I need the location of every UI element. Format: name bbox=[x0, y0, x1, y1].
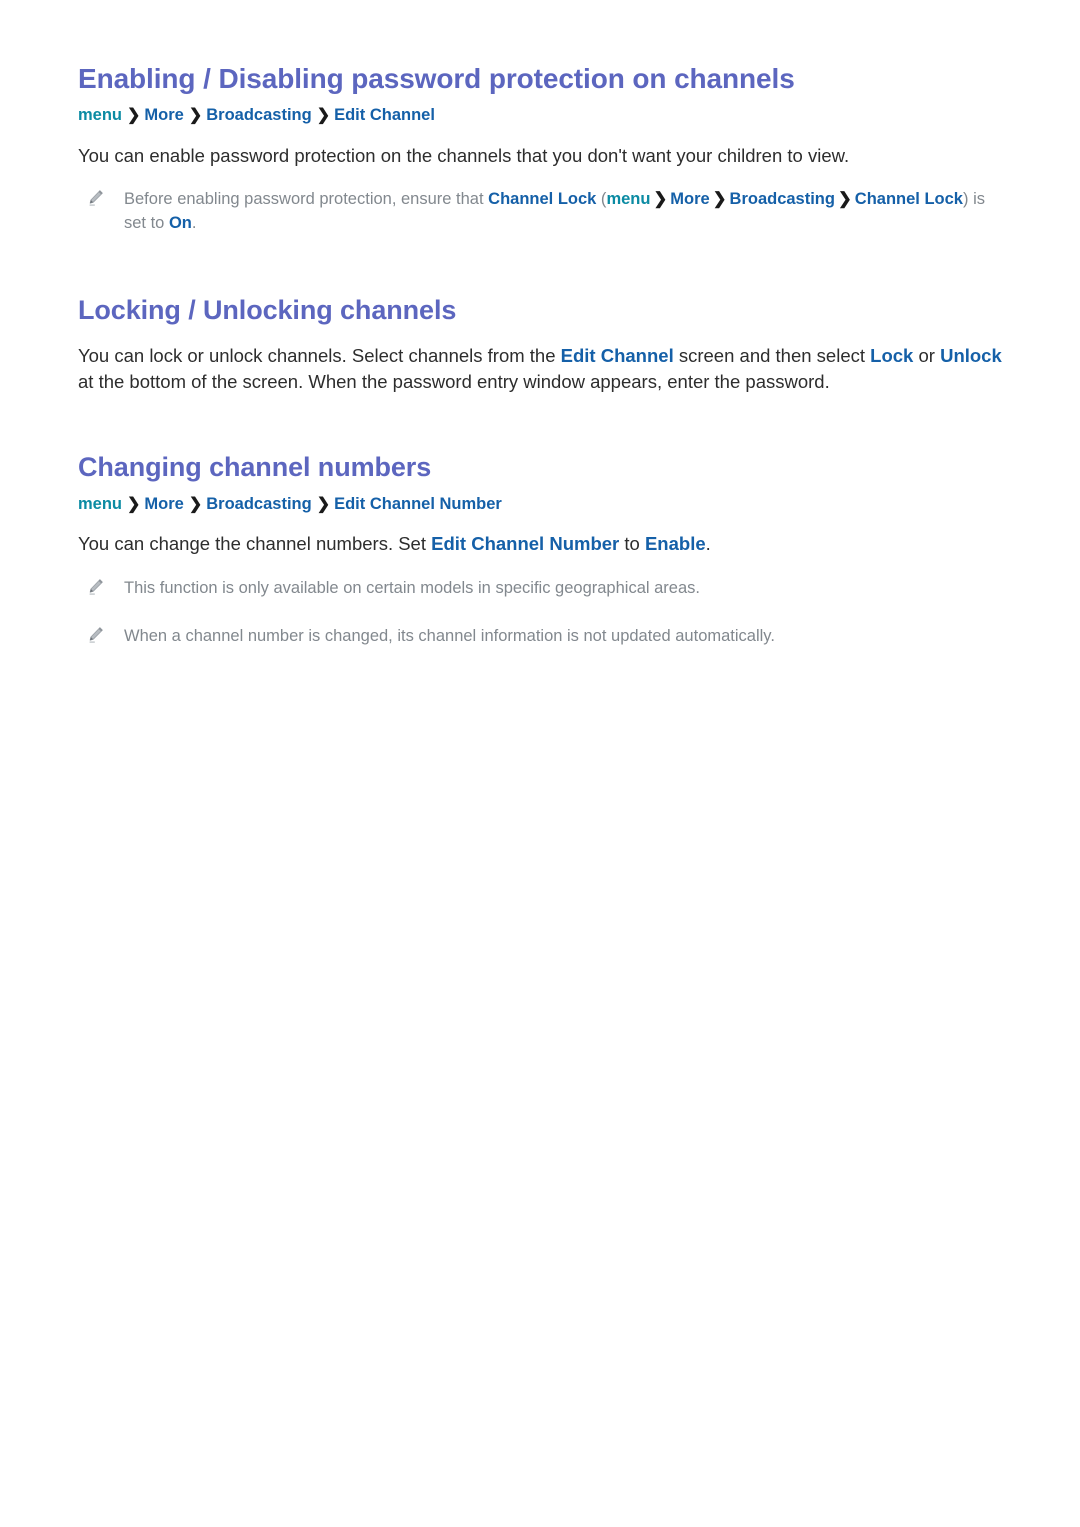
note-text: This function is only available on certa… bbox=[124, 578, 700, 597]
note-part: . bbox=[191, 214, 197, 233]
section-heading-changing: Changing channel numbers bbox=[78, 451, 432, 482]
notes-list: Before enabling password protection, ens… bbox=[78, 187, 1002, 235]
note-item: Before enabling password protection, ens… bbox=[78, 187, 1002, 235]
breadcrumb-item-menu[interactable]: menu bbox=[78, 495, 122, 513]
notes-list: This function is only available on certa… bbox=[78, 576, 1002, 648]
section-paragraph: You can enable password protection on th… bbox=[78, 144, 850, 166]
paragraph-link-enable[interactable]: Enable bbox=[645, 533, 706, 554]
breadcrumb-item-more[interactable]: More bbox=[144, 495, 183, 513]
pencil-icon bbox=[86, 188, 106, 208]
paragraph-link-unlock[interactable]: Unlock bbox=[940, 345, 1002, 366]
paragraph-part: You can lock or unlock channels. Select … bbox=[78, 345, 561, 367]
chevron-right-icon: ❯ bbox=[316, 495, 331, 513]
pencil-icon bbox=[86, 577, 106, 597]
section-locking-unlocking: Locking / Unlocking channels You can loc… bbox=[78, 295, 1002, 395]
note-part-more[interactable]: More bbox=[670, 190, 709, 208]
breadcrumb-item-broadcasting[interactable]: Broadcasting bbox=[206, 495, 311, 513]
paragraph-part: screen and then select bbox=[673, 345, 871, 367]
paragraph-part: at the bottom of the screen. When the pa… bbox=[78, 371, 830, 393]
note-part-on[interactable]: On bbox=[169, 214, 192, 232]
note-part-channel-lock[interactable]: Channel Lock bbox=[488, 190, 596, 208]
note-part-channel-lock-2[interactable]: Channel Lock bbox=[855, 190, 963, 208]
note-text: Before enabling password protection, ens… bbox=[124, 190, 985, 232]
paragraph-link-lock[interactable]: Lock bbox=[870, 345, 913, 366]
chevron-right-icon: ❯ bbox=[837, 190, 852, 209]
paragraph-part: You can change the channel numbers. Set bbox=[78, 533, 432, 555]
section-password-protection: Enabling / Disabling password protection… bbox=[78, 62, 1002, 235]
breadcrumb-item-menu[interactable]: menu bbox=[78, 106, 122, 124]
note-part: ( bbox=[596, 190, 607, 209]
note-text: When a channel number is changed, its ch… bbox=[124, 626, 775, 645]
section-heading-locking: Locking / Unlocking channels bbox=[78, 295, 457, 326]
breadcrumb-item-more[interactable]: More bbox=[144, 106, 183, 124]
note-part: Before enabling password protection, ens… bbox=[124, 190, 489, 209]
page-title: Enabling / Disabling password protection… bbox=[78, 63, 795, 94]
note-part-broadcasting[interactable]: Broadcasting bbox=[730, 190, 835, 208]
document-page: Enabling / Disabling password protection… bbox=[0, 0, 1080, 1527]
chevron-right-icon: ❯ bbox=[127, 107, 141, 125]
note-item: When a channel number is changed, its ch… bbox=[78, 624, 1002, 648]
breadcrumb: menu ❯ More ❯ Broadcasting ❯ Edit Channel Numb… bbox=[78, 494, 1002, 516]
paragraph-link-edit-channel[interactable]: Edit Channel bbox=[561, 345, 674, 366]
section-paragraph: You can change the channel numbers. Set … bbox=[78, 531, 1002, 557]
paragraph-part: . bbox=[705, 533, 711, 555]
chevron-right-icon: ❯ bbox=[188, 107, 203, 125]
section-changing-channel-numbers: Changing channel numbers menu ❯ More ❯ Broad… bbox=[78, 452, 1002, 648]
note-item: This function is only available on certa… bbox=[78, 576, 1002, 600]
pencil-icon bbox=[86, 625, 106, 645]
breadcrumb-item-edit-channel[interactable]: Edit Channel bbox=[334, 106, 435, 124]
paragraph-link-edit-channel-number[interactable]: Edit Channel Number bbox=[431, 533, 619, 554]
chevron-right-icon: ❯ bbox=[316, 107, 331, 125]
chevron-right-icon: ❯ bbox=[653, 190, 668, 209]
section-paragraph: You can lock or unlock channels. Select … bbox=[78, 343, 1002, 396]
chevron-right-icon: ❯ bbox=[188, 495, 203, 513]
note-part-menu[interactable]: menu bbox=[606, 190, 650, 208]
paragraph-part: to bbox=[619, 533, 645, 555]
breadcrumb-item-broadcasting[interactable]: Broadcasting bbox=[206, 106, 311, 124]
paragraph-part: or bbox=[913, 345, 941, 367]
breadcrumb: menu ❯ More ❯ Broadcasting ❯ Edit Channel bbox=[78, 105, 1002, 127]
chevron-right-icon: ❯ bbox=[712, 190, 727, 209]
chevron-right-icon: ❯ bbox=[127, 495, 141, 513]
breadcrumb-item-edit-channel-number[interactable]: Edit Channel Number bbox=[334, 495, 502, 513]
